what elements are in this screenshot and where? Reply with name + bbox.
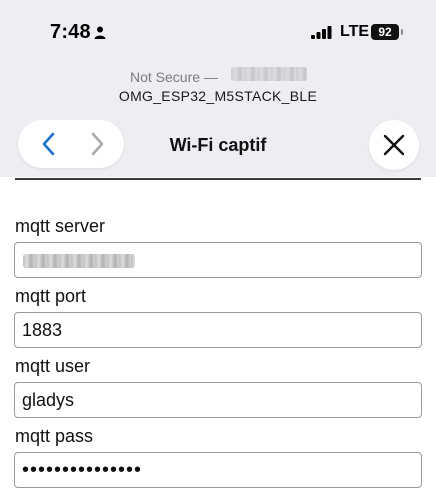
url-bar[interactable]: Not Secure — OMG_ESP32_M5STACK_BLE — [0, 62, 436, 112]
mqtt-server-input[interactable] — [14, 242, 422, 278]
battery-level: 92 — [378, 25, 392, 39]
site-name: OMG_ESP32_M5STACK_BLE — [118, 88, 318, 104]
mqtt-port-input[interactable]: 1883 — [14, 312, 422, 348]
battery-icon: 92 — [371, 24, 399, 40]
section-divider — [15, 178, 421, 180]
close-icon — [383, 134, 405, 156]
cellular-signal-icon — [311, 26, 332, 39]
security-label: Not Secure — — [130, 69, 218, 85]
close-button[interactable] — [369, 120, 419, 170]
page-content: mqtt server mqtt port 1883 mqtt user gla… — [0, 177, 436, 500]
mqtt-user-input[interactable]: gladys — [14, 382, 422, 418]
mqtt-user-label: mqtt user — [15, 356, 91, 376]
blurred-host-address — [231, 67, 307, 81]
mqtt-port-label: mqtt port — [15, 286, 87, 306]
mqtt-pass-label: mqtt pass — [15, 426, 94, 446]
status-time: 7:48 — [50, 21, 91, 43]
status-bar: 7:48 LTE 92 — [0, 0, 436, 62]
mqtt-pass-input[interactable]: ••••••••••••••• — [14, 452, 422, 488]
person-icon — [94, 26, 106, 39]
battery-tip — [401, 29, 403, 35]
browser-chrome: 7:48 LTE 92 Not Secure — OMG_ESP32_M5STA… — [0, 0, 436, 177]
blurred-server-address — [23, 254, 135, 268]
mqtt-server-label: mqtt server — [15, 216, 106, 236]
network-type: LTE — [340, 23, 370, 40]
